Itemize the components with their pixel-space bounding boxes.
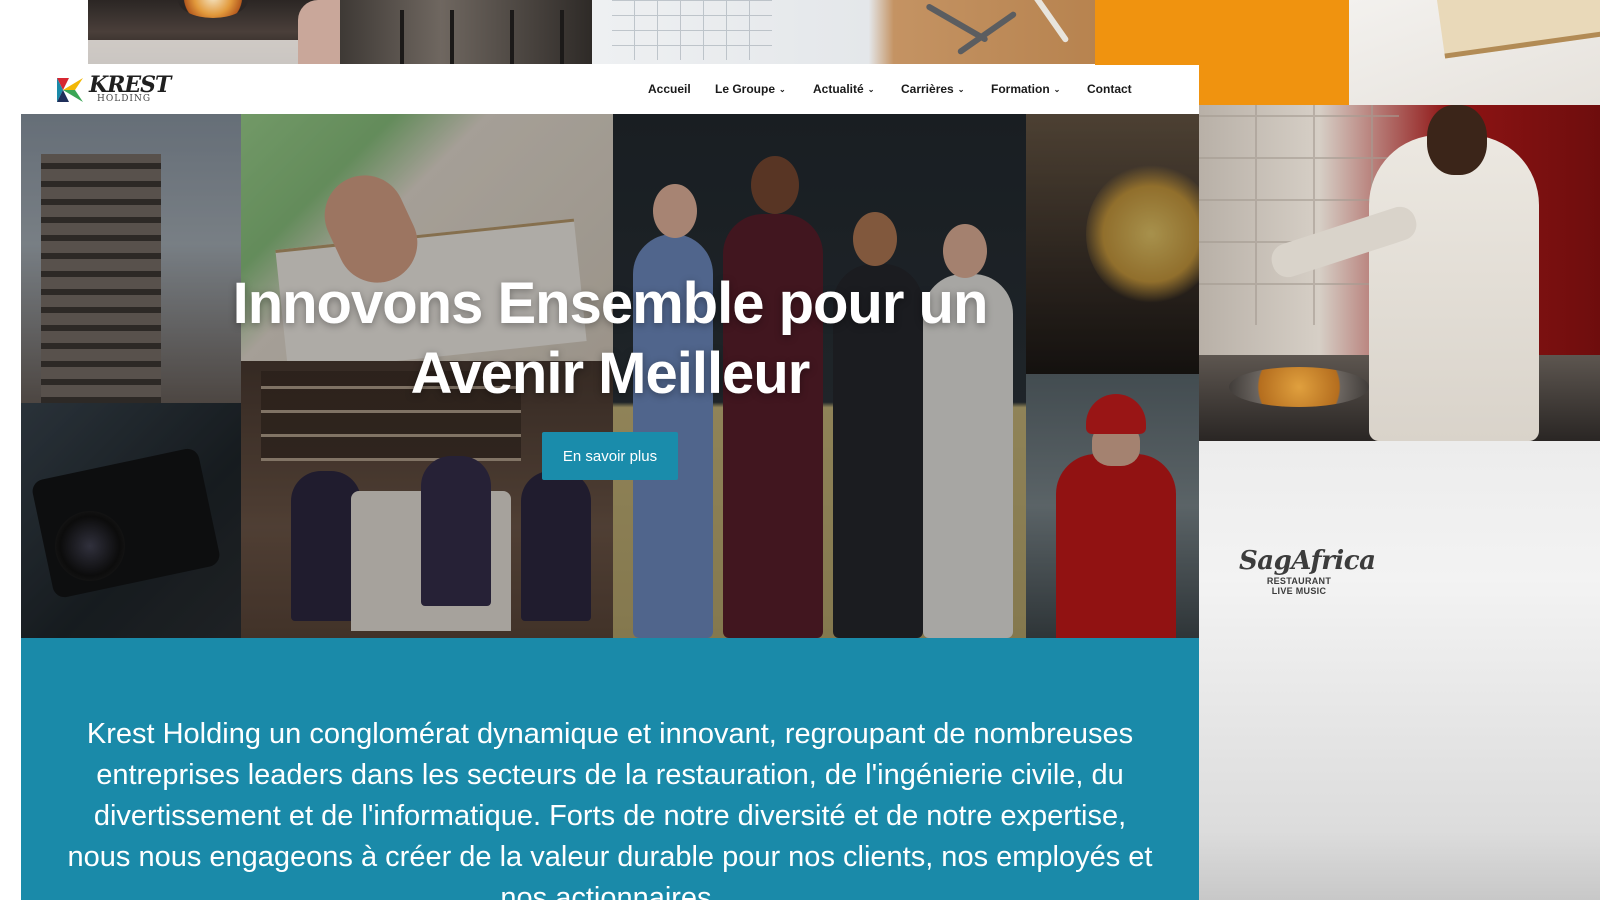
nav-item-label: Accueil bbox=[648, 82, 691, 96]
nav-item-accueil[interactable]: Accueil bbox=[648, 82, 691, 96]
sagafrica-tagline-1: RESTAURANT bbox=[1266, 576, 1332, 586]
hero-title-line-2: Avenir Meilleur bbox=[410, 341, 811, 406]
chevron-down-icon: ⌄ bbox=[957, 85, 965, 94]
collage-sagafrica-brand-tile: SagAfrica RESTAURANT LIVE MUSIC bbox=[1199, 441, 1600, 900]
collage-chef-cooking-image bbox=[1199, 105, 1600, 441]
chevron-down-icon: ⌄ bbox=[779, 85, 786, 94]
hero-section: Innovons Ensemble pour un Avenir Meilleu… bbox=[21, 114, 1199, 638]
hero-title: Innovons Ensemble pour un Avenir Meilleu… bbox=[21, 269, 1199, 409]
nav-item-label: Actualité bbox=[813, 82, 864, 96]
nav-item-label: Contact bbox=[1087, 82, 1132, 96]
about-section: Krest Holding un conglomérat dynamique e… bbox=[21, 638, 1199, 900]
sagafrica-name: SagAfrica bbox=[1239, 546, 1376, 576]
sagafrica-tagline-2: LIVE MUSIC bbox=[1271, 586, 1327, 596]
about-description: Krest Holding un conglomérat dynamique e… bbox=[67, 718, 1153, 900]
learn-more-button[interactable]: En savoir plus bbox=[542, 432, 678, 480]
site-header: KREST HOLDING Accueil Le Groupe ⌄ Actuali… bbox=[21, 65, 1199, 114]
collage-restaurant-table-image bbox=[88, 0, 340, 64]
collage-clipboard-image bbox=[1349, 0, 1600, 105]
nav-item-label: Le Groupe bbox=[715, 82, 776, 96]
collage-blueprint-tools-image bbox=[592, 0, 1095, 64]
main-page-panel: KREST HOLDING Accueil Le Groupe ⌄ Actuali… bbox=[21, 65, 1199, 900]
chevron-down-icon: ⌄ bbox=[867, 85, 875, 94]
sagafrica-logo: SagAfrica RESTAURANT LIVE MUSIC bbox=[1239, 546, 1376, 596]
main-navigation: Accueil Le Groupe ⌄ Actualité ⌄ Carrières ⌄… bbox=[21, 65, 1199, 114]
nav-item-label: Carrières bbox=[901, 82, 954, 96]
chevron-down-icon: ⌄ bbox=[1053, 85, 1061, 94]
nav-item-le-groupe[interactable]: Le Groupe ⌄ bbox=[715, 82, 786, 96]
nav-item-carrieres[interactable]: Carrières ⌄ bbox=[901, 82, 964, 96]
collage-bar-stools-image bbox=[340, 0, 592, 64]
hero-title-line-1: Innovons Ensemble pour un bbox=[232, 271, 989, 336]
nav-item-actualite[interactable]: Actualité ⌄ bbox=[813, 82, 874, 96]
nav-item-contact[interactable]: Contact bbox=[1087, 82, 1132, 96]
nav-item-label: Formation bbox=[991, 82, 1050, 96]
nav-item-formation[interactable]: Formation ⌄ bbox=[991, 82, 1060, 96]
